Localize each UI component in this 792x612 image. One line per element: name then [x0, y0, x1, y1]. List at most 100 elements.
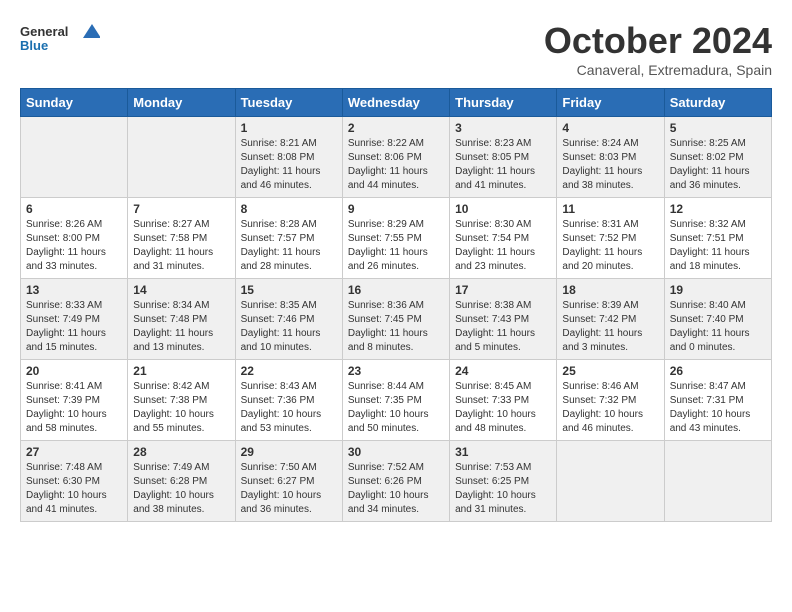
calendar-cell: 13 Sunrise: 8:33 AM Sunset: 7:49 PM Dayli…	[21, 279, 128, 360]
calendar-cell: 17 Sunrise: 8:38 AM Sunset: 7:43 PM Dayli…	[450, 279, 557, 360]
month-title: October 2024	[544, 20, 772, 62]
calendar-cell: 5 Sunrise: 8:25 AM Sunset: 8:02 PM Daylig…	[664, 117, 771, 198]
day-info: Sunrise: 7:52 AM Sunset: 6:26 PM Dayligh…	[348, 461, 444, 517]
day-number: 25	[562, 364, 658, 378]
day-header-friday: Friday	[557, 89, 664, 117]
day-number: 13	[26, 283, 122, 297]
calendar-cell	[557, 441, 664, 522]
day-header-thursday: Thursday	[450, 89, 557, 117]
day-info: Sunrise: 8:34 AM Sunset: 7:48 PM Dayligh…	[133, 299, 229, 355]
day-number: 11	[562, 202, 658, 216]
day-number: 10	[455, 202, 551, 216]
day-number: 31	[455, 445, 551, 459]
day-info: Sunrise: 8:23 AM Sunset: 8:05 PM Dayligh…	[455, 137, 551, 193]
calendar-cell: 15Sunrise: 8:35 AM Sunset: 7:46 PM Dayli…	[235, 279, 342, 360]
calendar-table: SundayMondayTuesdayWednesdayThursdayFrid…	[20, 88, 772, 522]
day-info: Sunrise: 8:40 AM Sunset: 7:40 PM Dayligh…	[670, 299, 766, 355]
day-number: 19	[670, 283, 766, 297]
title-area: October 2024 Canaveral, Extremadura, Spa…	[544, 20, 772, 78]
calendar-cell: 8Sunrise: 8:28 AM Sunset: 7:57 PM Daylig…	[235, 198, 342, 279]
day-number: 17	[455, 283, 551, 297]
day-number: 6	[26, 202, 122, 216]
calendar-cell: 3 Sunrise: 8:23 AM Sunset: 8:05 PM Daylig…	[450, 117, 557, 198]
day-number: 16	[348, 283, 444, 297]
day-info: Sunrise: 8:31 AM Sunset: 7:52 PM Dayligh…	[562, 218, 658, 274]
day-number: 14	[133, 283, 229, 297]
calendar-cell: 19 Sunrise: 8:40 AM Sunset: 7:40 PM Dayli…	[664, 279, 771, 360]
day-info: Sunrise: 8:35 AM Sunset: 7:46 PM Dayligh…	[241, 299, 337, 355]
calendar-cell: 18 Sunrise: 8:39 AM Sunset: 7:42 PM Dayli…	[557, 279, 664, 360]
day-number: 5	[670, 121, 766, 135]
calendar-cell: 31Sunrise: 7:53 AM Sunset: 6:25 PM Dayli…	[450, 441, 557, 522]
day-number: 4	[562, 121, 658, 135]
day-info: Sunrise: 8:44 AM Sunset: 7:35 PM Dayligh…	[348, 380, 444, 436]
day-info: Sunrise: 8:22 AM Sunset: 8:06 PM Dayligh…	[348, 137, 444, 193]
day-number: 7	[133, 202, 229, 216]
week-row-2: 6 Sunrise: 8:26 AM Sunset: 8:00 PM Daylig…	[21, 198, 772, 279]
calendar-cell: 24Sunrise: 8:45 AM Sunset: 7:33 PM Dayli…	[450, 360, 557, 441]
day-info: Sunrise: 8:21 AM Sunset: 8:08 PM Dayligh…	[241, 137, 337, 193]
calendar-cell: 16 Sunrise: 8:36 AM Sunset: 7:45 PM Dayli…	[342, 279, 449, 360]
day-header-sunday: Sunday	[21, 89, 128, 117]
day-number: 12	[670, 202, 766, 216]
week-row-5: 27Sunrise: 7:48 AM Sunset: 6:30 PM Dayli…	[21, 441, 772, 522]
day-number: 21	[133, 364, 229, 378]
svg-text:Blue: Blue	[20, 38, 48, 53]
day-number: 3	[455, 121, 551, 135]
day-info: Sunrise: 8:33 AM Sunset: 7:49 PM Dayligh…	[26, 299, 122, 355]
day-number: 27	[26, 445, 122, 459]
day-number: 18	[562, 283, 658, 297]
week-row-1: 1 Sunrise: 8:21 AM Sunset: 8:08 PM Daylig…	[21, 117, 772, 198]
day-info: Sunrise: 8:43 AM Sunset: 7:36 PM Dayligh…	[241, 380, 337, 436]
calendar-cell: 30 Sunrise: 7:52 AM Sunset: 6:26 PM Dayli…	[342, 441, 449, 522]
calendar-cell: 1 Sunrise: 8:21 AM Sunset: 8:08 PM Daylig…	[235, 117, 342, 198]
calendar-cell: 25 Sunrise: 8:46 AM Sunset: 7:32 PM Dayli…	[557, 360, 664, 441]
day-number: 30	[348, 445, 444, 459]
day-info: Sunrise: 8:38 AM Sunset: 7:43 PM Dayligh…	[455, 299, 551, 355]
calendar-cell: 29Sunrise: 7:50 AM Sunset: 6:27 PM Dayli…	[235, 441, 342, 522]
calendar-cell	[128, 117, 235, 198]
calendar-cell: 26Sunrise: 8:47 AM Sunset: 7:31 PM Dayli…	[664, 360, 771, 441]
day-info: Sunrise: 8:25 AM Sunset: 8:02 PM Dayligh…	[670, 137, 766, 193]
day-info: Sunrise: 8:30 AM Sunset: 7:54 PM Dayligh…	[455, 218, 551, 274]
day-header-wednesday: Wednesday	[342, 89, 449, 117]
calendar-cell	[21, 117, 128, 198]
day-header-monday: Monday	[128, 89, 235, 117]
svg-text:General: General	[20, 24, 68, 39]
week-row-4: 20Sunrise: 8:41 AM Sunset: 7:39 PM Dayli…	[21, 360, 772, 441]
calendar-cell: 23 Sunrise: 8:44 AM Sunset: 7:35 PM Dayli…	[342, 360, 449, 441]
calendar-cell: 28Sunrise: 7:49 AM Sunset: 6:28 PM Dayli…	[128, 441, 235, 522]
calendar-cell: 2 Sunrise: 8:22 AM Sunset: 8:06 PM Daylig…	[342, 117, 449, 198]
day-number: 28	[133, 445, 229, 459]
day-number: 9	[348, 202, 444, 216]
day-header-tuesday: Tuesday	[235, 89, 342, 117]
calendar-cell: 14 Sunrise: 8:34 AM Sunset: 7:48 PM Dayli…	[128, 279, 235, 360]
calendar-cell: 7 Sunrise: 8:27 AM Sunset: 7:58 PM Daylig…	[128, 198, 235, 279]
day-info: Sunrise: 7:50 AM Sunset: 6:27 PM Dayligh…	[241, 461, 337, 517]
calendar-cell: 27Sunrise: 7:48 AM Sunset: 6:30 PM Dayli…	[21, 441, 128, 522]
calendar-cell: 22 Sunrise: 8:43 AM Sunset: 7:36 PM Dayli…	[235, 360, 342, 441]
day-info: Sunrise: 8:27 AM Sunset: 7:58 PM Dayligh…	[133, 218, 229, 274]
calendar-cell: 6 Sunrise: 8:26 AM Sunset: 8:00 PM Daylig…	[21, 198, 128, 279]
calendar-cell: 21 Sunrise: 8:42 AM Sunset: 7:38 PM Dayli…	[128, 360, 235, 441]
day-number: 22	[241, 364, 337, 378]
day-info: Sunrise: 8:39 AM Sunset: 7:42 PM Dayligh…	[562, 299, 658, 355]
day-info: Sunrise: 8:29 AM Sunset: 7:55 PM Dayligh…	[348, 218, 444, 274]
day-number: 1	[241, 121, 337, 135]
day-info: Sunrise: 8:47 AM Sunset: 7:31 PM Dayligh…	[670, 380, 766, 436]
day-number: 24	[455, 364, 551, 378]
day-info: Sunrise: 8:41 AM Sunset: 7:39 PM Dayligh…	[26, 380, 122, 436]
day-info: Sunrise: 8:28 AM Sunset: 7:57 PM Dayligh…	[241, 218, 337, 274]
calendar-cell: 11 Sunrise: 8:31 AM Sunset: 7:52 PM Dayli…	[557, 198, 664, 279]
day-info: Sunrise: 8:36 AM Sunset: 7:45 PM Dayligh…	[348, 299, 444, 355]
day-info: Sunrise: 8:42 AM Sunset: 7:38 PM Dayligh…	[133, 380, 229, 436]
week-row-3: 13 Sunrise: 8:33 AM Sunset: 7:49 PM Dayli…	[21, 279, 772, 360]
day-number: 23	[348, 364, 444, 378]
logo: General Blue	[20, 20, 100, 60]
day-info: Sunrise: 8:46 AM Sunset: 7:32 PM Dayligh…	[562, 380, 658, 436]
calendar-cell: 10 Sunrise: 8:30 AM Sunset: 7:54 PM Dayli…	[450, 198, 557, 279]
day-info: Sunrise: 8:26 AM Sunset: 8:00 PM Dayligh…	[26, 218, 122, 274]
calendar-cell	[664, 441, 771, 522]
day-number: 2	[348, 121, 444, 135]
day-header-saturday: Saturday	[664, 89, 771, 117]
